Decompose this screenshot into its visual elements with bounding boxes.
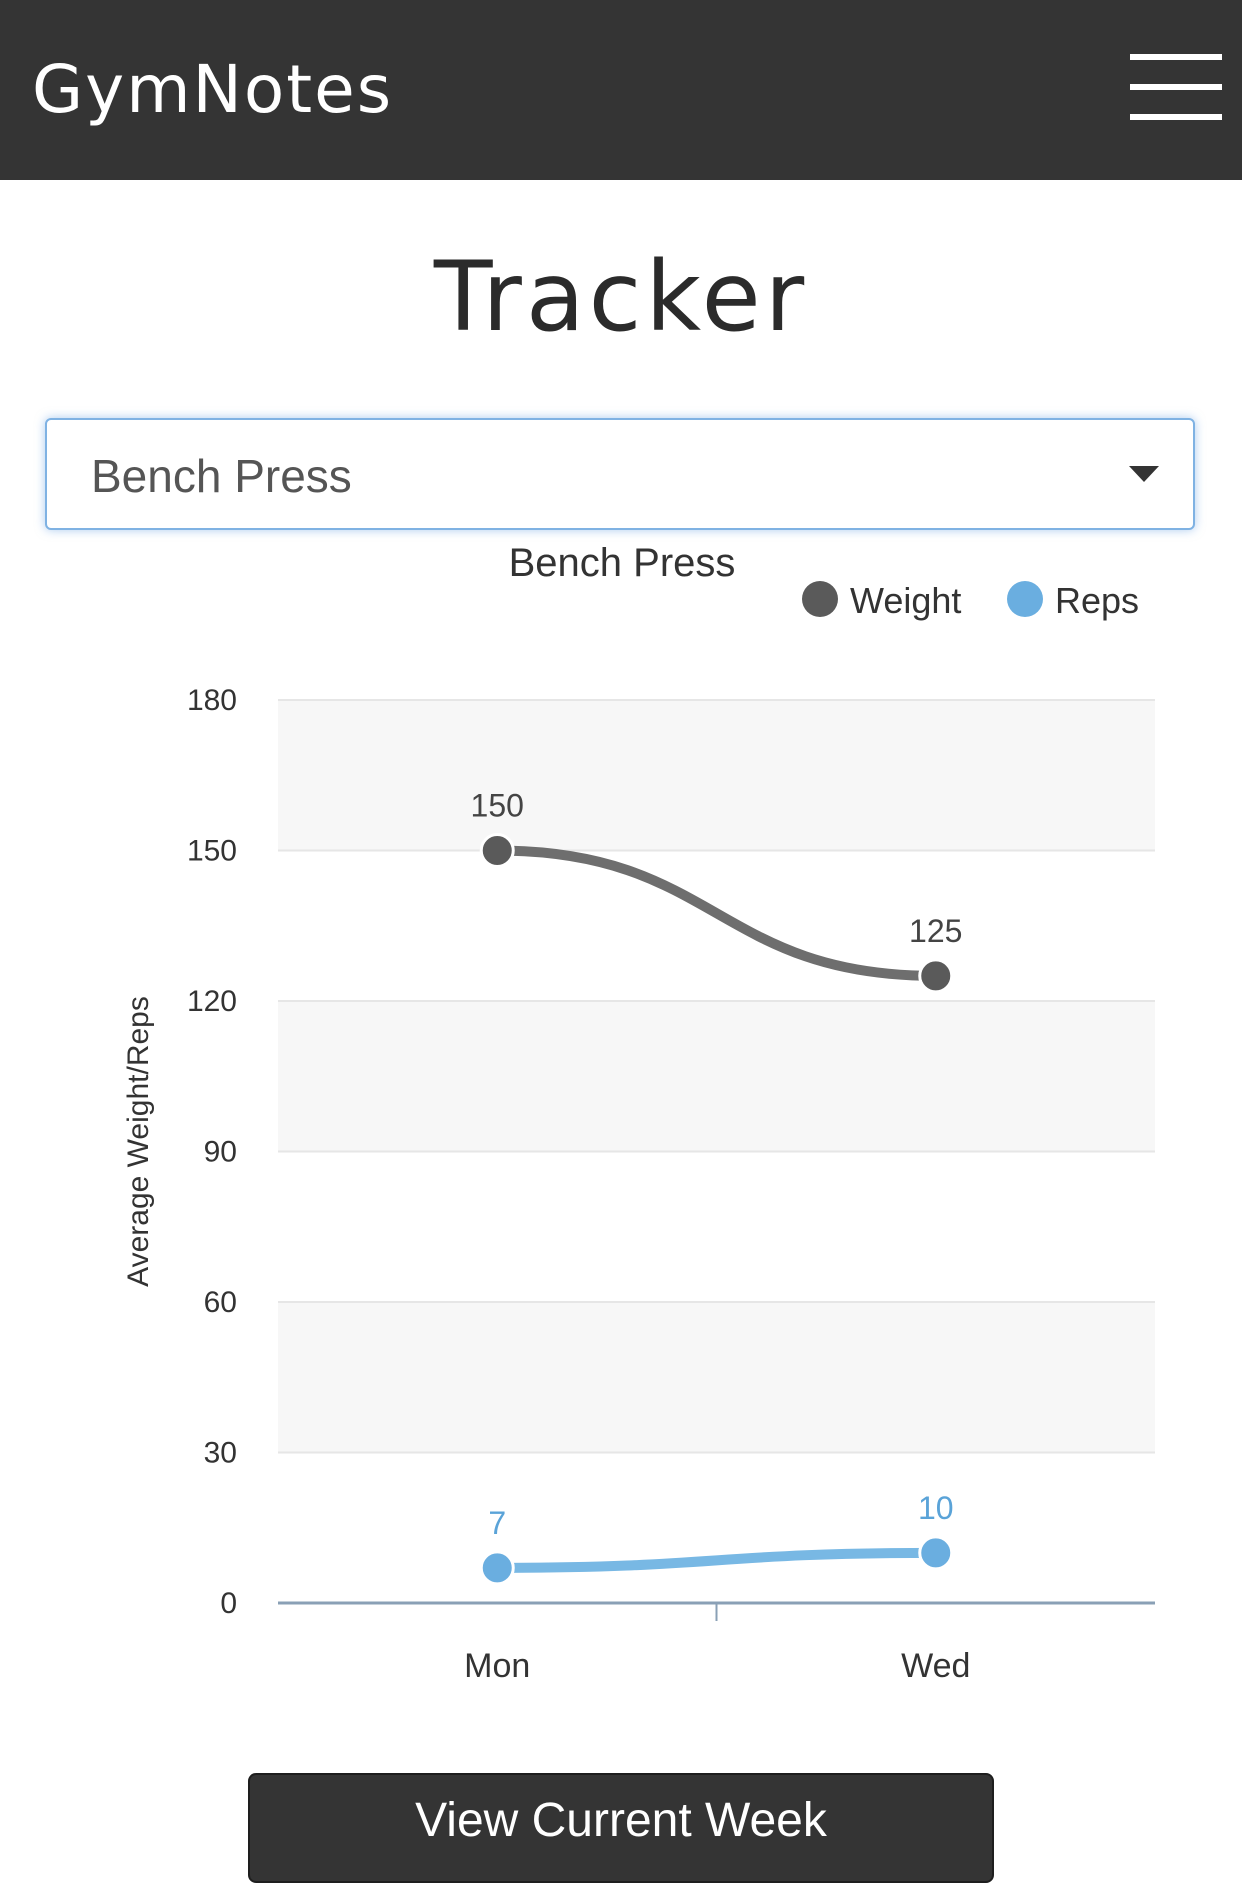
y-tick-label: 150 <box>187 835 237 868</box>
data-point[interactable] <box>479 833 515 868</box>
view-current-week-button[interactable]: View Current Week <box>248 1773 994 1883</box>
data-label: 125 <box>909 913 962 949</box>
data-label: 150 <box>471 788 524 824</box>
plot-band <box>278 1302 1155 1453</box>
y-tick-label: 30 <box>204 1437 237 1470</box>
x-tick-label: Wed <box>901 1647 970 1685</box>
legend-marker <box>1007 581 1043 617</box>
y-tick-label: 180 <box>187 684 237 717</box>
page-title: Tracker <box>433 241 809 353</box>
caret-down-icon <box>1129 466 1159 482</box>
hamburger-menu-icon[interactable] <box>1130 54 1222 120</box>
legend-item[interactable]: Weight <box>802 580 961 621</box>
progress-chart: Bench Press Weight Reps 0306090120150180 … <box>122 541 1155 1685</box>
y-tick-label: 120 <box>187 985 237 1018</box>
y-axis-title: Average Weight/Reps <box>122 996 155 1287</box>
legend-marker <box>802 581 838 617</box>
x-axis: Mon Wed <box>278 1601 1155 1685</box>
chart-legend: Weight Reps <box>802 580 1139 621</box>
app-brand[interactable]: GymNotes <box>32 48 393 132</box>
y-axis: 0 30 60 90 120 150 180 <box>187 684 237 1620</box>
series-line <box>492 1547 941 1573</box>
data-point[interactable] <box>479 1550 515 1586</box>
chart-series: 150 125 7 10 <box>471 788 962 1586</box>
legend-item[interactable]: Reps <box>1007 580 1139 621</box>
data-label: 7 <box>488 1505 506 1541</box>
exercise-select[interactable]: Bench Press <box>45 418 1195 530</box>
plot-band <box>278 1001 1155 1152</box>
data-label: 10 <box>918 1490 954 1526</box>
y-tick-label: 60 <box>204 1286 237 1319</box>
y-tick-label: 90 <box>204 1136 237 1169</box>
legend-label: Weight <box>850 580 961 621</box>
legend-label: Reps <box>1055 580 1139 621</box>
exercise-select-value: Bench Press <box>91 450 352 502</box>
x-tick-label: Mon <box>464 1647 530 1685</box>
chart-title: Bench Press <box>509 541 736 585</box>
data-point[interactable] <box>918 958 954 994</box>
top-navbar: GymNotes <box>0 0 1242 180</box>
data-point[interactable] <box>918 1535 954 1571</box>
plot-band <box>278 700 1155 851</box>
series-line <box>492 845 941 981</box>
series-reps: 7 10 <box>479 1490 954 1586</box>
y-tick-label: 0 <box>220 1587 237 1620</box>
plot-background <box>278 700 1155 1453</box>
